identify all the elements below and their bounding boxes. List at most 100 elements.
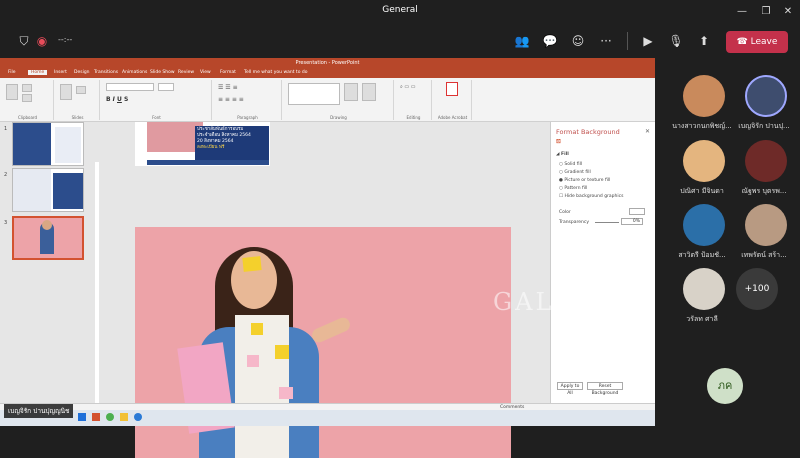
font-size-select[interactable] xyxy=(158,83,174,91)
pane-title: Format Background xyxy=(556,128,620,136)
phone-icon: ☎ xyxy=(736,37,751,47)
tab-insert[interactable]: Insert xyxy=(54,70,67,75)
participant-tile[interactable]: นางสาวกนกพิชญ์... xyxy=(664,75,732,139)
mic-off-icon[interactable]: 🎙 xyxy=(666,32,686,50)
share-screen-icon[interactable]: ⬆ xyxy=(694,32,714,50)
group-editing: ⌕ ▭ ▭ Editing xyxy=(396,80,432,120)
camera-off-icon[interactable]: ▶ xyxy=(638,32,658,50)
paint-bucket-icon[interactable]: ⛾ xyxy=(556,138,561,146)
option-picture[interactable]: ● Picture or texture fill xyxy=(559,178,610,183)
app-taskbar-icon[interactable] xyxy=(106,413,114,421)
close-icon[interactable]: ✕ xyxy=(778,4,798,20)
meeting-timer: --:-- xyxy=(58,35,73,44)
acrobat-icon[interactable] xyxy=(446,82,458,96)
pane-close-icon[interactable]: ✕ xyxy=(645,128,650,135)
reactions-icon[interactable]: ☺ xyxy=(568,32,588,50)
avatar xyxy=(683,204,725,246)
maximize-icon[interactable]: ❐ xyxy=(756,4,776,20)
group-paragraph: ☰ ☰ ≡ ≡ ≡ ≡ ≡ Paragraph xyxy=(214,80,282,120)
tab-design[interactable]: Design xyxy=(74,70,90,75)
layout-icon[interactable] xyxy=(76,86,86,94)
editor-area: 1 2 3 ประชาสัมพันธ์การอบรม ประจำเดือน สิ… xyxy=(0,122,655,458)
ribbon-tabs: File Home Insert Design Transitions Anim… xyxy=(0,69,655,78)
banner: ประชาสัมพันธ์การอบรม ประจำเดือน สิงหาคม … xyxy=(195,126,269,160)
tab-review[interactable]: Review xyxy=(178,70,194,75)
option-gradient[interactable]: ○ Gradient fill xyxy=(559,170,591,175)
apply-to-all-button[interactable]: Apply to All xyxy=(557,382,583,396)
color-picker[interactable] xyxy=(629,208,645,215)
tab-view[interactable]: View xyxy=(200,70,211,75)
tab-transitions[interactable]: Transitions xyxy=(94,70,118,75)
align-icon[interactable]: ≡ ≡ ≡ ≡ xyxy=(218,96,244,103)
participants-icon[interactable]: 👥 xyxy=(512,32,532,50)
more-participants-button[interactable]: +100 xyxy=(736,268,778,310)
avatar xyxy=(683,140,725,182)
start-icon[interactable] xyxy=(78,413,86,421)
ribbon: Clipboard Slides B I U S Font ☰ ☰ ≡ ≡ ≡ … xyxy=(0,78,655,122)
group-drawing: Drawing xyxy=(284,80,394,120)
presenter-name: เบญจิรัก ปานปุญญนิช xyxy=(4,404,74,418)
avatar xyxy=(683,75,725,117)
participant-tile[interactable]: วรัลท ศาลี xyxy=(664,268,730,332)
tab-slideshow[interactable]: Slide Show xyxy=(150,70,175,75)
explorer-taskbar-icon[interactable] xyxy=(120,413,128,421)
divider xyxy=(627,32,628,50)
avatar xyxy=(683,268,725,310)
participant-tile[interactable]: ปณิศา มีจินดา xyxy=(664,140,730,204)
copy-icon[interactable] xyxy=(22,94,32,102)
tab-home[interactable]: Home xyxy=(28,70,48,75)
thumbnail-slide-2[interactable] xyxy=(12,168,84,212)
quick-styles-icon[interactable] xyxy=(362,83,376,101)
bold-icon[interactable]: B I U S xyxy=(106,96,128,103)
thumbnail-slide-1[interactable] xyxy=(12,122,84,166)
transparency-slider[interactable] xyxy=(595,222,619,223)
sticky-note xyxy=(242,256,262,272)
reset-background-button[interactable]: Reset Background xyxy=(587,382,623,396)
pointing-arm xyxy=(309,315,353,345)
thumbnail-slide-3[interactable] xyxy=(12,216,84,260)
avatar xyxy=(745,75,787,117)
paste-icon[interactable] xyxy=(6,84,18,100)
participant-tile[interactable]: สาวิตรี ป้อมชั... xyxy=(664,204,730,268)
font-name-select[interactable] xyxy=(106,83,154,91)
color-label: Color xyxy=(559,210,571,215)
vertical-ruler xyxy=(95,162,99,412)
list-icon[interactable]: ☰ ☰ ≡ xyxy=(218,84,238,91)
group-acrobat: Adobe Acrobat xyxy=(434,80,472,120)
ppt-title-bar: Presentation - PowerPoint xyxy=(0,58,655,69)
minimize-icon[interactable]: — xyxy=(732,4,752,20)
leave-button[interactable]: ☎ Leave xyxy=(726,31,788,53)
transparency-input[interactable]: 0% xyxy=(621,218,643,225)
shapes-gallery[interactable] xyxy=(288,83,340,105)
tab-format[interactable]: Format xyxy=(220,70,236,75)
browser-taskbar-icon[interactable] xyxy=(134,413,142,421)
group-clipboard: Clipboard xyxy=(2,80,54,120)
windows-taskbar xyxy=(0,410,655,426)
slide-thumbnails: 1 2 3 xyxy=(0,122,92,414)
meeting-toolbar: ⛉ ◉ --:-- 👥 💬 ☺ ··· ▶ 🎙 ⬆ ☎ Leave xyxy=(0,24,800,58)
group-slides: Slides xyxy=(56,80,100,120)
find-icon[interactable]: ⌕ ▭ ▭ xyxy=(400,84,415,90)
powerpoint-taskbar-icon[interactable] xyxy=(92,413,100,421)
tell-me-search[interactable]: Tell me what you want to do xyxy=(244,70,308,75)
new-slide-icon[interactable] xyxy=(60,84,72,100)
self-avatar[interactable]: ภค xyxy=(707,368,743,404)
transparency-label: Transparency xyxy=(559,220,590,225)
more-actions-icon[interactable]: ··· xyxy=(596,32,616,50)
option-solid[interactable]: ○ Solid fill xyxy=(559,162,582,167)
recording-icon: ◉ xyxy=(36,34,48,48)
avatar xyxy=(745,140,787,182)
tab-animations[interactable]: Animations xyxy=(122,70,147,75)
participant-tile[interactable]: เทพรัตน์ สร้า... xyxy=(726,204,792,268)
chat-icon[interactable]: 💬 xyxy=(540,32,560,50)
shared-screen: Presentation - PowerPoint File Home Inse… xyxy=(0,58,655,458)
cut-icon[interactable] xyxy=(22,84,32,92)
tab-file[interactable]: File xyxy=(8,70,16,75)
participant-tile[interactable]: ณัฐพร บุตรพ... xyxy=(726,140,792,204)
participant-tile[interactable]: เบญจิรัก ปานปุ... xyxy=(726,75,792,139)
format-background-pane: Format Background ✕ ⛾ ◢ Fill ○ Solid fil… xyxy=(550,122,655,414)
option-pattern[interactable]: ○ Pattern fill xyxy=(559,186,587,191)
option-hide-graphics[interactable]: ☐ Hide background graphics xyxy=(559,194,623,199)
arrange-icon[interactable] xyxy=(344,83,358,101)
fill-section[interactable]: ◢ Fill xyxy=(556,152,569,157)
